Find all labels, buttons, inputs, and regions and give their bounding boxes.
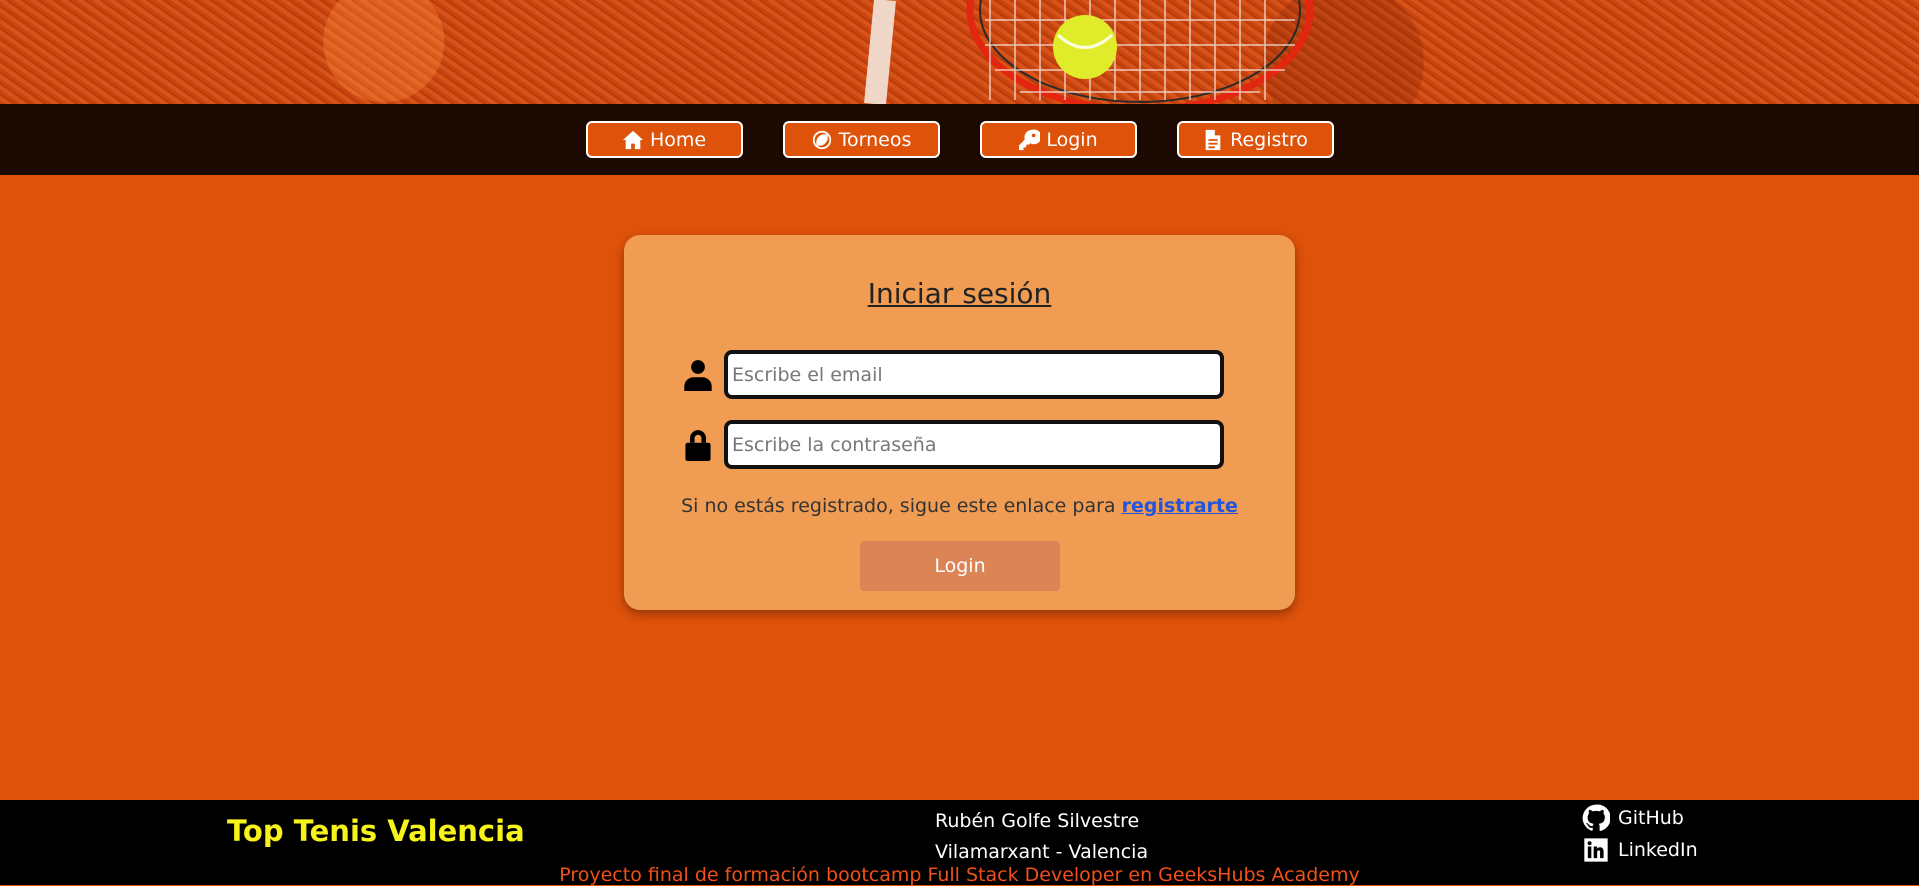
nav-home-button[interactable]: Home <box>585 121 743 158</box>
nav-torneos-label: Torneos <box>838 128 912 151</box>
nav-login-label: Login <box>1046 128 1098 151</box>
password-field[interactable] <box>724 420 1224 469</box>
footer: Top Tenis Valencia Rubén Golfe Silvestre… <box>0 800 1919 886</box>
email-row <box>684 350 1224 399</box>
main-nav: Home Torneos Login Registro <box>0 104 1919 175</box>
header-banner <box>0 0 1919 104</box>
nav-home-label: Home <box>649 128 707 151</box>
home-icon <box>622 130 644 149</box>
github-link[interactable]: GitHub <box>1582 802 1698 834</box>
register-hint-text: Si no estás registrado, sigue este enlac… <box>681 495 1122 517</box>
tennis-court-image <box>864 0 1314 104</box>
github-icon <box>1582 804 1610 831</box>
linkedin-link[interactable]: LinkedIn <box>1582 834 1698 866</box>
nav-torneos-button[interactable]: Torneos <box>782 121 940 158</box>
login-submit-button[interactable]: Login <box>860 541 1060 591</box>
document-icon <box>1205 129 1221 150</box>
lock-icon <box>684 429 712 461</box>
nav-registro-button[interactable]: Registro <box>1176 121 1334 158</box>
footer-brand: Top Tenis Valencia <box>227 814 525 848</box>
register-hint: Si no estás registrado, sigue este enlac… <box>624 495 1295 517</box>
nav-login-button[interactable]: Login <box>979 121 1137 158</box>
email-field[interactable] <box>724 350 1224 399</box>
login-card: Iniciar sesión Si no estás registrado, s… <box>624 235 1295 610</box>
user-icon <box>684 359 712 391</box>
author-name: Rubén Golfe Silvestre <box>935 810 1140 832</box>
nav-registro-label: Registro <box>1230 128 1308 151</box>
footer-note: Proyecto final de formación bootcamp Ful… <box>559 864 1360 886</box>
register-link[interactable]: registrarte <box>1122 495 1238 517</box>
footer-author: Rubén Golfe Silvestre Vilamarxant - Vale… <box>935 806 1148 868</box>
linkedin-icon <box>1584 838 1608 862</box>
github-label: GitHub <box>1618 807 1684 829</box>
password-row <box>684 420 1224 469</box>
footer-social-links: GitHub LinkedIn <box>1582 802 1698 866</box>
tennis-ball-icon <box>812 130 831 149</box>
linkedin-label: LinkedIn <box>1618 839 1698 861</box>
login-title: Iniciar sesión <box>867 277 1052 310</box>
key-icon <box>1019 129 1041 150</box>
